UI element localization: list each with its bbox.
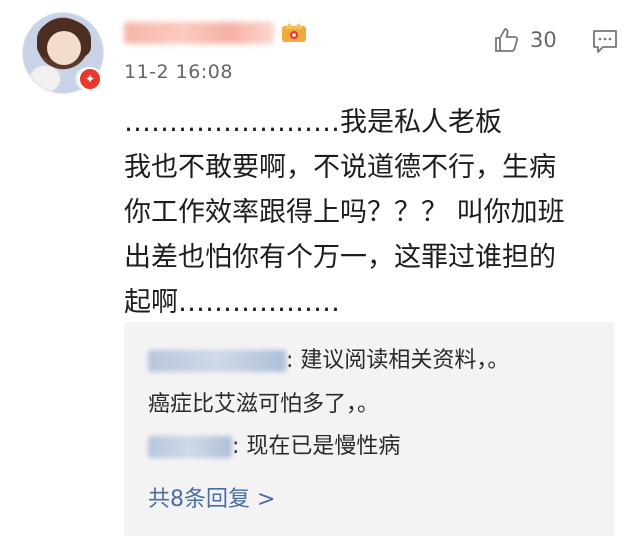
comment-line: 我也不敢要啊，不说道德不行，生病	[124, 152, 556, 183]
comment-icon[interactable]	[592, 28, 618, 54]
thumbs-up-icon	[495, 28, 519, 52]
comment-line: 起啊………………	[124, 287, 340, 318]
verified-badge-icon: ✦	[78, 67, 102, 91]
avatar-face	[47, 31, 81, 65]
comment-body: ……………………我是私人老板 我也不敢要啊，不说道德不行，生病 你工作效率跟得上…	[124, 100, 614, 325]
like-count: 30	[530, 28, 557, 52]
reply-text: : 建议阅读相关资料，。	[286, 348, 510, 373]
reply-item[interactable]: : 建议阅读相关资料，。	[148, 342, 509, 374]
crown-icon	[282, 23, 306, 42]
replies-panel: : 建议阅读相关资料，。 癌症比艾滋可怕多了，。 : 现在已是慢性病 共8条回复…	[124, 322, 614, 536]
comment-line: ……………………我是私人老板	[124, 107, 502, 138]
comment-line: 你工作效率跟得上吗？？？ 叫你加班	[124, 197, 565, 228]
avatar-bear	[29, 65, 61, 93]
reply-username-blurred[interactable]	[148, 436, 232, 458]
reply-text: : 现在已是慢性病	[232, 434, 401, 459]
like-button[interactable]: 30	[492, 26, 557, 54]
comment-line: 出差也怕你有个万一，这罪过谁担的	[124, 242, 556, 273]
reply-item-continued: 癌症比艾滋可怕多了，。	[148, 386, 379, 418]
comment-timestamp: 11-2 16:08	[124, 61, 233, 83]
reply-text: 癌症比艾滋可怕多了，。	[148, 392, 380, 417]
reply-item[interactable]: : 现在已是慢性病	[148, 428, 400, 460]
username-blurred[interactable]	[124, 22, 274, 44]
reply-username-blurred[interactable]	[148, 350, 286, 372]
more-replies-link[interactable]: 共8条回复 >	[148, 481, 275, 513]
